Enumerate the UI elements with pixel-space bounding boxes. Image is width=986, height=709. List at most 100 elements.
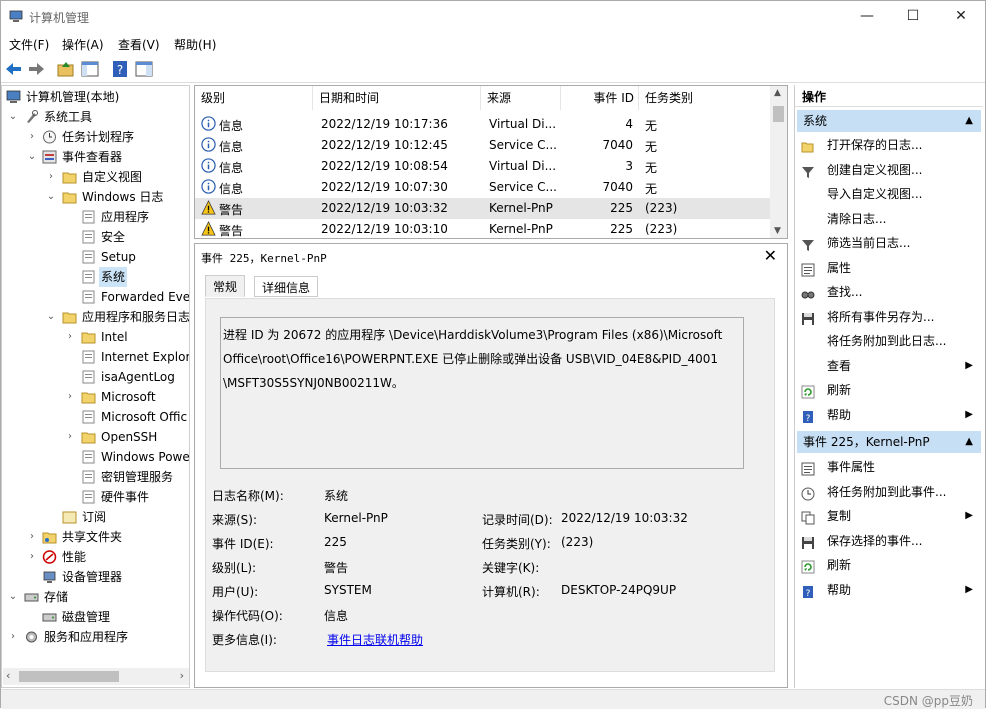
expand-icon[interactable]: ›: [64, 387, 76, 407]
scroll-down-icon[interactable]: ▼: [774, 226, 781, 236]
action-item[interactable]: 复制 ▶: [797, 504, 981, 528]
event-row[interactable]: 信息 2022/12/19 10:12:45 Service C... 7040 无: [195, 135, 771, 156]
action-item[interactable]: 导入自定义视图...: [797, 182, 981, 206]
expand-icon[interactable]: ›: [64, 327, 76, 347]
collapse-icon[interactable]: ⌄: [7, 107, 19, 127]
action-item[interactable]: 查看 ▶: [797, 354, 981, 378]
collapse-icon[interactable]: ⌄: [45, 307, 57, 327]
column-source[interactable]: 来源: [481, 86, 561, 110]
action-item[interactable]: 清除日志...: [797, 207, 981, 231]
tree-horizontal-scrollbar[interactable]: ‹ ›: [3, 668, 189, 685]
scroll-right-icon[interactable]: ›: [180, 669, 184, 682]
action-item[interactable]: 查找...: [797, 280, 981, 304]
menu-file[interactable]: 文件(F): [9, 36, 49, 53]
action-item[interactable]: 创建自定义视图...: [797, 158, 981, 182]
menu-action[interactable]: 操作(A): [62, 36, 104, 53]
close-button[interactable]: ✕: [938, 1, 984, 31]
event-row[interactable]: 警告 2022/12/19 10:03:32 Kernel-PnP 225 (223): [195, 198, 771, 219]
scroll-up-icon[interactable]: ▲: [774, 88, 781, 98]
expand-icon[interactable]: ›: [26, 127, 38, 147]
log-icon: [82, 270, 95, 284]
back-icon[interactable]: [4, 59, 24, 79]
scroll-left-icon[interactable]: ‹: [6, 669, 10, 682]
action-item[interactable]: 打开保存的日志...: [797, 133, 981, 157]
close-detail-icon[interactable]: ✕: [764, 246, 777, 265]
column-datetime[interactable]: 日期和时间: [313, 86, 481, 110]
action-item[interactable]: 将所有事件另存为...: [797, 305, 981, 329]
cell-event-id: 7040: [602, 138, 633, 152]
event-id-value: 225: [324, 535, 347, 549]
collapse-icon[interactable]: ⌄: [26, 147, 38, 167]
show-hide-action-pane-icon[interactable]: [134, 59, 154, 79]
column-task-category[interactable]: 任务类别: [639, 86, 771, 110]
cell-event-id: 225: [610, 222, 633, 236]
level-label: 级别(L):: [212, 561, 257, 575]
expand-icon[interactable]: ›: [7, 627, 19, 647]
event-log-online-help-link[interactable]: 事件日志联机帮助: [327, 631, 423, 648]
maximize-button[interactable]: ☐: [890, 1, 936, 31]
logged-value: 2022/12/19 10:03:32: [561, 511, 688, 525]
column-level[interactable]: 级别: [195, 86, 313, 110]
action-item[interactable]: ? 帮助 ▶: [797, 578, 981, 602]
cell-level: 信息: [219, 182, 244, 196]
action-item[interactable]: 保存选择的事件...: [797, 529, 981, 553]
show-hide-tree-icon[interactable]: [80, 59, 100, 79]
event-detail-pane: 事件 225，Kernel-PnP ✕ 常规 详细信息 进程 ID 为 2067…: [194, 243, 788, 688]
action-item[interactable]: 事件属性: [797, 455, 981, 479]
window-title: 计算机管理: [29, 11, 90, 25]
log-icon: [82, 410, 95, 424]
event-row[interactable]: 信息 2022/12/19 10:07:30 Service C... 7040 无: [195, 177, 771, 198]
folder-icon: [81, 432, 96, 444]
cell-event-id: 3: [625, 159, 633, 173]
action-label: 将任务附加到此日志...: [827, 334, 947, 348]
disk-icon: [42, 613, 57, 622]
task-icon: [801, 485, 815, 500]
cell-source: Kernel-PnP: [489, 222, 553, 236]
status-bar: CSDN @pp豆奶: [1, 689, 985, 709]
cell-task-category: 无: [645, 140, 658, 154]
action-label: 创建自定义视图...: [827, 162, 923, 177]
refresh-icon: [801, 383, 815, 399]
actions-section-event[interactable]: 事件 225，Kernel-PnP ▲: [797, 431, 981, 453]
collapse-icon[interactable]: ⌄: [45, 187, 57, 207]
cell-task-category: 无: [645, 182, 658, 196]
forward-icon[interactable]: [26, 59, 46, 79]
event-row[interactable]: 警告 2022/12/19 10:03:10 Kernel-PnP 225 (223): [195, 219, 771, 238]
action-item[interactable]: 将任务附加到此事件...: [797, 480, 981, 504]
action-item[interactable]: 将任务附加到此日志...: [797, 329, 981, 353]
event-row[interactable]: 信息 2022/12/19 10:08:54 Virtual Di... 3 无: [195, 156, 771, 177]
expand-icon[interactable]: ›: [26, 547, 38, 567]
cell-level: 警告: [219, 224, 244, 238]
menu-help[interactable]: 帮助(H): [174, 36, 216, 53]
collapse-section-icon[interactable]: ▲: [965, 110, 973, 132]
tab-general[interactable]: 常规: [205, 275, 246, 297]
collapse-icon[interactable]: ⌄: [7, 587, 19, 607]
action-item[interactable]: 筛选当前日志...: [797, 231, 981, 255]
actions-section-system[interactable]: 系统 ▲: [797, 110, 981, 132]
cell-task-category: (223): [645, 222, 678, 236]
scroll-thumb[interactable]: [19, 671, 119, 682]
action-item[interactable]: 刷新: [797, 378, 981, 402]
action-label: 打开保存的日志...: [827, 138, 923, 152]
event-description[interactable]: 进程 ID 为 20672 的应用程序 \Device\HarddiskVolu…: [220, 317, 744, 469]
action-label: 查找...: [827, 285, 863, 299]
event-row[interactable]: 信息 2022/12/19 10:17:36 Virtual Di... 4 无: [195, 114, 771, 135]
cell-source: Service C...: [489, 138, 557, 152]
log-icon: [82, 210, 95, 224]
menu-view[interactable]: 查看(V): [118, 36, 160, 53]
action-item[interactable]: 属性: [797, 256, 981, 280]
action-item[interactable]: ? 帮助 ▶: [797, 403, 981, 427]
help-icon[interactable]: ?: [110, 59, 130, 79]
expand-icon[interactable]: ›: [26, 527, 38, 547]
source-value: Kernel-PnP: [324, 511, 388, 525]
event-list-scrollbar[interactable]: ▲ ▼: [770, 86, 787, 238]
up-folder-icon[interactable]: [56, 59, 76, 79]
expand-icon[interactable]: ›: [64, 427, 76, 447]
tab-details[interactable]: 详细信息: [254, 276, 319, 297]
minimize-button[interactable]: —: [844, 1, 890, 31]
collapse-section-icon[interactable]: ▲: [965, 431, 973, 453]
action-item[interactable]: 刷新: [797, 553, 981, 577]
expand-icon[interactable]: ›: [45, 167, 57, 187]
scroll-thumb[interactable]: [773, 106, 784, 122]
column-event-id[interactable]: 事件 ID: [561, 86, 639, 110]
